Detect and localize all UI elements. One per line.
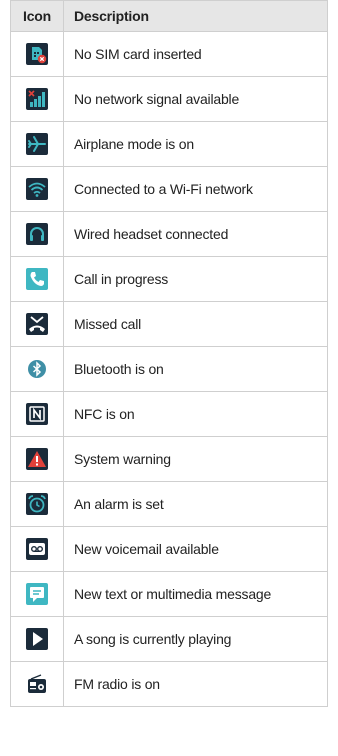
play-icon (26, 628, 48, 650)
table-header-row: Icon Description (10, 0, 328, 32)
table-row: New text or multimedia message (10, 571, 328, 617)
table-row: Connected to a Wi-Fi network (10, 166, 328, 212)
phone-icon (26, 268, 48, 290)
header-description: Description (63, 0, 328, 32)
alarm-icon (26, 493, 48, 515)
row-description: Missed call (63, 301, 328, 347)
table-row: A song is currently playing (10, 616, 328, 662)
row-description: Call in progress (63, 256, 328, 302)
table-row: No network signal available (10, 76, 328, 122)
table-row: New voicemail available (10, 526, 328, 572)
table-row: Airplane mode is on (10, 121, 328, 167)
row-description: New voicemail available (63, 526, 328, 572)
missed-call-icon (26, 313, 48, 335)
row-description: New text or multimedia message (63, 571, 328, 617)
voicemail-icon (26, 538, 48, 560)
row-description: No network signal available (63, 76, 328, 122)
row-description: Wired headset connected (63, 211, 328, 257)
status-icon-table: Icon Description No SIM card inserted No… (10, 0, 328, 707)
no-sim-icon (26, 43, 48, 65)
table-row: An alarm is set (10, 481, 328, 527)
header-icon: Icon (10, 0, 64, 32)
table-row: No SIM card inserted (10, 31, 328, 77)
table-row: Missed call (10, 301, 328, 347)
nfc-icon (26, 403, 48, 425)
row-description: FM radio is on (63, 661, 328, 707)
airplane-icon (26, 133, 48, 155)
table-row: NFC is on (10, 391, 328, 437)
table-row: Wired headset connected (10, 211, 328, 257)
message-icon (26, 583, 48, 605)
row-description: System warning (63, 436, 328, 482)
row-description: Connected to a Wi-Fi network (63, 166, 328, 212)
no-signal-icon (26, 88, 48, 110)
warning-icon (26, 448, 48, 470)
headset-icon (26, 223, 48, 245)
row-description: NFC is on (63, 391, 328, 437)
table-row: System warning (10, 436, 328, 482)
row-description: Bluetooth is on (63, 346, 328, 392)
table-row: Call in progress (10, 256, 328, 302)
row-description: An alarm is set (63, 481, 328, 527)
radio-icon (26, 673, 48, 695)
row-description: A song is currently playing (63, 616, 328, 662)
table-row: Bluetooth is on (10, 346, 328, 392)
row-description: Airplane mode is on (63, 121, 328, 167)
row-description: No SIM card inserted (63, 31, 328, 77)
bluetooth-icon (26, 358, 48, 380)
wifi-icon (26, 178, 48, 200)
table-row: FM radio is on (10, 661, 328, 707)
